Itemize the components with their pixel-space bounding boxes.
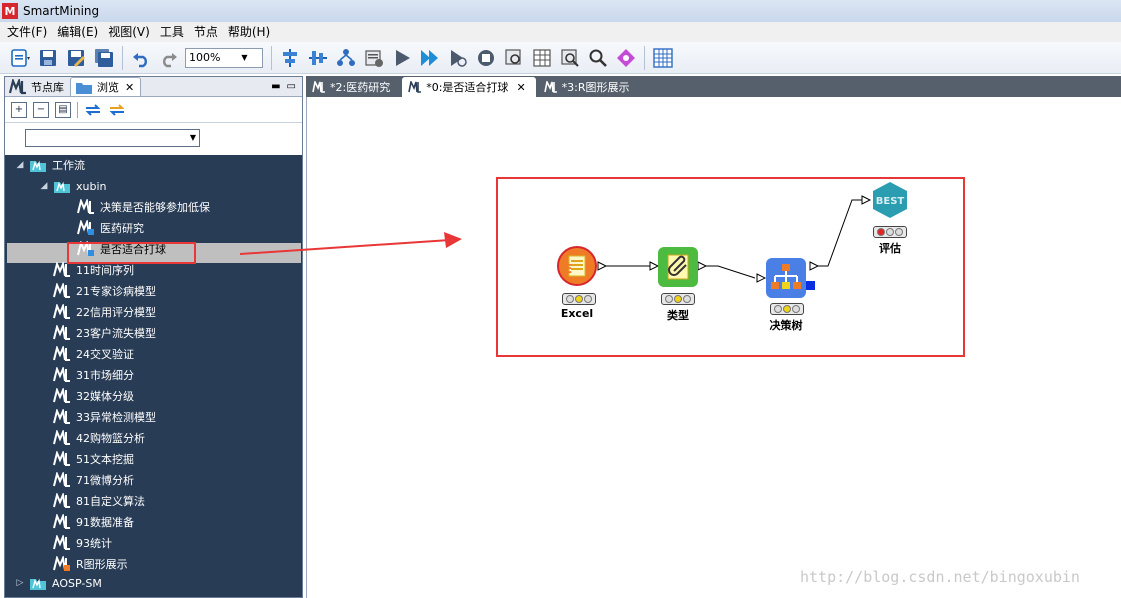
- excel-node[interactable]: E: [557, 246, 597, 286]
- decision-tree-status-indicator: [770, 303, 804, 315]
- type-node-label: 类型: [667, 309, 689, 322]
- svg-text:E: E: [564, 262, 572, 276]
- evaluation-node[interactable]: BEST: [870, 180, 910, 220]
- evaluation-node-label: 评估: [879, 242, 901, 255]
- decision-tree-node[interactable]: [766, 258, 806, 298]
- type-status-indicator: [661, 293, 695, 305]
- best-icon: BEST: [873, 182, 907, 218]
- watermark-text: http://blog.csdn.net/bingoxubin: [800, 568, 1080, 586]
- excel-icon: E: [557, 246, 597, 286]
- type-node[interactable]: [658, 247, 698, 287]
- svg-text:BEST: BEST: [876, 196, 905, 207]
- excel-status-indicator: [562, 293, 596, 305]
- decision-tree-icon: [771, 264, 801, 289]
- selected-port-marker: [806, 281, 815, 290]
- evaluation-status-indicator: [873, 226, 907, 238]
- decision-tree-node-label: 决策树: [769, 319, 803, 332]
- excel-node-label: Excel: [560, 307, 594, 320]
- type-icon: [667, 254, 689, 280]
